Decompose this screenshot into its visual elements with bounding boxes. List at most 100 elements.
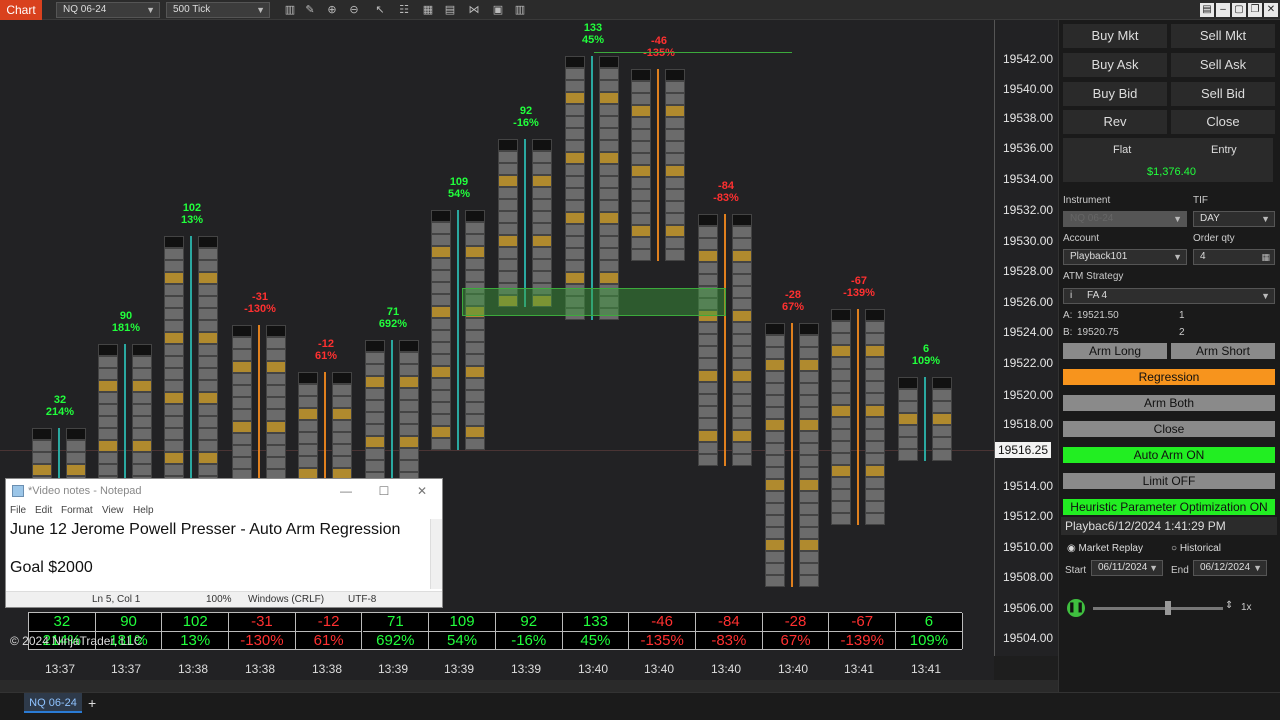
order-qty-value: 4 — [1200, 251, 1206, 262]
menu-edit[interactable]: Edit — [35, 505, 52, 516]
minimize-icon[interactable]: — — [328, 479, 364, 503]
instrument-field[interactable]: NQ 06-24 ▼ — [1063, 211, 1187, 227]
stepper-icon[interactable]: ▦ — [1261, 250, 1270, 264]
start-date[interactable]: 06/11/2024 ▼ — [1091, 560, 1163, 576]
sell-ask-button[interactable]: Sell Ask — [1171, 53, 1275, 77]
price-tick-label: 19530.00 — [1003, 234, 1054, 248]
price-tick-label: 19520.00 — [1003, 388, 1054, 402]
notepad-text-area[interactable]: June 12 Jerome Powell Presser - Auto Arm… — [6, 519, 432, 589]
arm-short-button[interactable]: Arm Short — [1171, 343, 1275, 359]
horizontal-scrollbar[interactable] — [0, 680, 1058, 692]
chart-trader-panel: Buy Mkt Sell Mkt Buy Ask Sell Ask Buy Bi… — [1058, 20, 1280, 692]
info-icon[interactable]: i — [1070, 290, 1072, 301]
footprint-cell — [698, 358, 718, 370]
chevron-down-icon: ▼ — [1261, 291, 1270, 301]
historical-radio[interactable]: ○ Historical — [1171, 543, 1221, 554]
time-tick-label: 13:38 — [311, 662, 343, 676]
restore-icon[interactable]: ❐ — [1248, 3, 1262, 17]
pause-icon[interactable]: ❚❚ — [1067, 599, 1085, 617]
interval-select[interactable]: 500 Tick ▼ — [166, 2, 270, 18]
bar-delta-volume: 109 — [449, 176, 469, 188]
instrument-label: Instrument — [1063, 195, 1111, 206]
minimize-icon[interactable]: – — [1216, 3, 1230, 17]
templates-icon[interactable]: ▥ — [512, 2, 528, 18]
price-tick-label: 19522.00 — [1003, 356, 1054, 370]
regression-button[interactable]: Regression — [1063, 369, 1275, 385]
footprint-cell — [465, 222, 485, 234]
footprint-cell — [565, 92, 585, 104]
strategies-icon[interactable]: ▤ — [442, 2, 458, 18]
add-tab-icon[interactable]: + — [88, 695, 96, 711]
atm-select[interactable]: i FA 4 ▼ — [1063, 288, 1275, 304]
zoom-in-icon[interactable]: ⊕ — [324, 2, 340, 18]
footprint-cell — [465, 426, 485, 438]
market-replay-radio[interactable]: ◉ Market Replay — [1067, 543, 1143, 554]
footprint-cell — [198, 392, 218, 404]
footprint-cell — [232, 349, 252, 361]
properties-icon[interactable]: ☷ — [396, 2, 412, 18]
start-date-value: 06/11/2024 — [1098, 562, 1148, 573]
menu-view[interactable]: View — [102, 505, 124, 516]
encoding: UTF-8 — [348, 594, 377, 605]
close-icon[interactable]: ✕ — [1264, 3, 1278, 17]
pencil-icon[interactable]: ✎ — [302, 2, 318, 18]
footprint-cell — [831, 417, 851, 429]
heuristic-button[interactable]: Heuristic Parameter Optimization ON — [1063, 499, 1275, 515]
footprint-cell — [865, 465, 885, 477]
account-select[interactable]: Playback101 ▼ — [1063, 249, 1187, 265]
lock-icon[interactable]: ▢ — [1232, 3, 1246, 17]
menu-icon[interactable]: ▤ — [1200, 3, 1214, 17]
chevron-down-icon: ▼ — [1173, 252, 1182, 262]
instrument-select[interactable]: NQ 06-24 ▼ — [56, 2, 160, 18]
tif-select[interactable]: DAY ▼ — [1193, 211, 1275, 227]
footprint-bar — [298, 372, 352, 490]
chart-tab-label[interactable]: Chart — [0, 0, 42, 20]
footprint-cell — [799, 371, 819, 383]
indicators-icon[interactable]: ▦ — [420, 2, 436, 18]
footprint-cell — [765, 527, 785, 539]
sell-bid-button[interactable]: Sell Bid — [1171, 82, 1275, 106]
footprint-cell — [831, 513, 851, 525]
footprint-cell — [365, 424, 385, 436]
footprint-cell — [532, 151, 552, 163]
menu-help[interactable]: Help — [133, 505, 154, 516]
stepper-icon[interactable]: ⇕ — [1225, 600, 1233, 611]
footprint-cell — [298, 432, 318, 444]
arm-long-button[interactable]: Arm Long — [1063, 343, 1167, 359]
footprint-cell — [498, 163, 518, 175]
end-date[interactable]: 06/12/2024 ▼ — [1193, 560, 1267, 576]
notepad-scrollbar[interactable] — [430, 519, 442, 589]
replay-speed-slider[interactable] — [1093, 607, 1223, 610]
a-price: 19521.50 — [1077, 310, 1119, 321]
data-box-icon[interactable]: ▣ — [490, 2, 506, 18]
footprint-cell — [565, 128, 585, 140]
buy-mkt-button[interactable]: Buy Mkt — [1063, 24, 1167, 48]
footprint-cell — [831, 501, 851, 513]
menu-file[interactable]: File — [10, 505, 26, 516]
footprint-cell — [799, 491, 819, 503]
maximize-icon[interactable]: ☐ — [366, 479, 402, 503]
menu-format[interactable]: Format — [61, 505, 93, 516]
close-icon[interactable]: ✕ — [404, 479, 440, 503]
footprint-bar — [698, 214, 752, 470]
arm-both-button[interactable]: Arm Both — [1063, 395, 1275, 411]
zoom-level: 100% — [206, 594, 232, 605]
limit-button[interactable]: Limit OFF — [1063, 473, 1275, 489]
rev-button[interactable]: Rev — [1063, 110, 1167, 134]
buy-bid-button[interactable]: Buy Bid — [1063, 82, 1167, 106]
close-button[interactable]: Close — [1063, 421, 1275, 437]
bar-delta-label: 6 109% — [894, 343, 958, 367]
footprint-cell — [599, 92, 619, 104]
slider-knob[interactable] — [1165, 601, 1171, 615]
auto-arm-button[interactable]: Auto Arm ON — [1063, 447, 1275, 463]
zoom-out-icon[interactable]: ⊖ — [346, 2, 362, 18]
order-qty-field[interactable]: 4 ▦ — [1193, 249, 1275, 265]
bar-delta-percent: 109% — [911, 355, 941, 367]
sell-mkt-button[interactable]: Sell Mkt — [1171, 24, 1275, 48]
pointer-icon[interactable]: ↖ — [372, 2, 388, 18]
buy-ask-button[interactable]: Buy Ask — [1063, 53, 1167, 77]
bars-icon[interactable]: ▥ — [282, 2, 298, 18]
close-position-button[interactable]: Close — [1171, 110, 1275, 134]
tab-nq-06-24[interactable]: NQ 06-24 — [24, 693, 82, 713]
chart-trader-icon[interactable]: ⋈ — [466, 2, 482, 18]
